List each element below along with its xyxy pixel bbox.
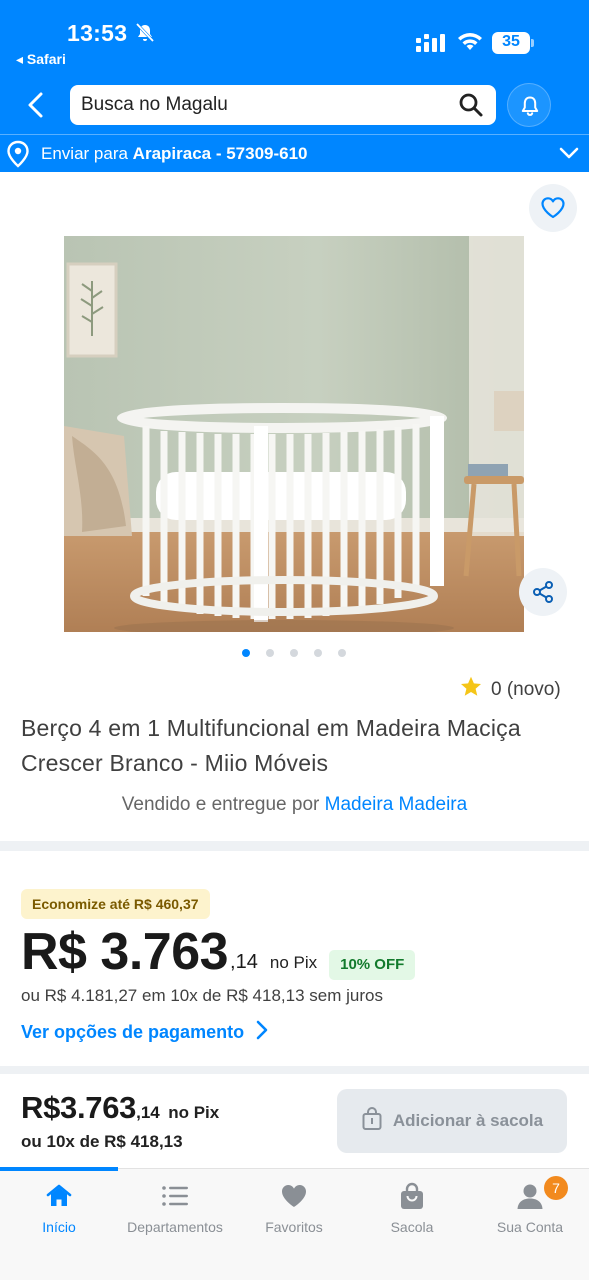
- cellular-signal-icon: [416, 34, 446, 57]
- price-row: R$ 3.763 ,14 no Pix 10% OFF: [21, 922, 416, 982]
- payment-options-label: Ver opções de pagamento: [21, 1022, 245, 1042]
- tab-sua-conta[interactable]: Sua Conta: [471, 1181, 589, 1235]
- tab-label: Sua Conta: [496, 1219, 564, 1235]
- location-pin-icon: [6, 140, 30, 173]
- search-box[interactable]: [70, 85, 496, 125]
- search-icon[interactable]: [458, 92, 484, 123]
- account-notification-badge: 7: [544, 1176, 568, 1200]
- product-title: Berço 4 em 1 Multifuncional em Madeira M…: [21, 715, 521, 776]
- home-icon: [0, 1181, 118, 1211]
- tab-label: Sacola: [390, 1219, 434, 1235]
- tab-label: Favoritos: [265, 1219, 323, 1235]
- price-main: R$ 3.763: [21, 923, 229, 981]
- add-to-bag-button[interactable]: Adicionar à sacola: [337, 1089, 567, 1153]
- discount-badge: 10% OFF: [329, 950, 416, 980]
- favorite-button[interactable]: [529, 184, 577, 232]
- share-button[interactable]: [519, 568, 567, 616]
- carousel-dot[interactable]: [242, 649, 250, 657]
- pix-label: no Pix: [269, 953, 318, 972]
- notifications-button[interactable]: [507, 83, 551, 127]
- add-to-bag-label: Adicionar à sacola: [392, 1111, 544, 1130]
- product-image[interactable]: [64, 236, 524, 632]
- sticky-price: R$3.763,14 no Pix: [21, 1090, 219, 1126]
- carousel-dot[interactable]: [290, 649, 298, 657]
- delivery-location-bar[interactable]: Enviar para Arapiraca - 57309-610: [0, 134, 589, 172]
- sticky-pix-label: no Pix: [168, 1103, 220, 1122]
- delivery-location: Arapiraca - 57309-610: [132, 144, 308, 163]
- seller-prefix: Vendido e entregue por: [121, 794, 320, 815]
- economy-badge: Economize até R$ 460,37: [21, 889, 210, 919]
- seller-link[interactable]: Madeira Madeira: [325, 794, 468, 815]
- section-divider: [0, 841, 589, 851]
- bag-icon: [361, 1106, 383, 1136]
- tab-inicio[interactable]: Início: [0, 1181, 118, 1235]
- user-icon: [471, 1181, 589, 1211]
- product-rating[interactable]: 0 (novo): [459, 675, 561, 705]
- sticky-price-cents: ,14: [136, 1103, 160, 1122]
- search-input[interactable]: [81, 85, 451, 125]
- sticky-price-main: R$3.763: [21, 1090, 137, 1125]
- status-time: 13:53: [67, 20, 128, 46]
- tab-departamentos[interactable]: Departamentos: [116, 1181, 234, 1235]
- bag-icon: [353, 1181, 471, 1211]
- active-tab-indicator: [0, 1167, 118, 1171]
- heart-icon: [235, 1181, 353, 1211]
- carousel-dot[interactable]: [266, 649, 274, 657]
- search-header: [0, 80, 589, 134]
- delivery-prefix: Enviar para: [41, 144, 128, 163]
- back-to-safari-link[interactable]: ◂ Safari: [16, 51, 66, 68]
- payment-options-link[interactable]: Ver opções de pagamento: [21, 1020, 268, 1045]
- installments-text: ou R$ 4.181,27 em 10x de R$ 418,13 sem j…: [21, 986, 383, 1005]
- chevron-down-icon[interactable]: [559, 146, 579, 165]
- rating-text: 0 (novo): [491, 679, 561, 700]
- sticky-installments: ou 10x de R$ 418,13: [21, 1132, 183, 1151]
- price-cents: ,14: [230, 951, 258, 973]
- bottom-tab-bar: Início Departamentos Favoritos Sacola Su…: [0, 1167, 589, 1280]
- image-carousel-dots: [242, 649, 346, 659]
- delivery-text: Enviar para Arapiraca - 57309-610: [41, 144, 308, 164]
- chevron-right-icon: [256, 1020, 268, 1045]
- star-icon: [459, 675, 483, 705]
- section-divider: [0, 1066, 589, 1074]
- battery-level: 35: [502, 33, 520, 50]
- back-arrow-icon[interactable]: [22, 90, 52, 120]
- seller-info: Vendido e entregue por Madeira Madeira: [0, 794, 589, 816]
- battery-indicator: 35: [492, 32, 534, 54]
- bell-muted-icon: [134, 22, 156, 49]
- tab-label: Departamentos: [127, 1219, 223, 1235]
- carousel-dot[interactable]: [338, 649, 346, 657]
- status-bar: 13:53 ◂ Safari 35: [0, 0, 589, 80]
- menu-icon: [116, 1181, 234, 1211]
- tab-favoritos[interactable]: Favoritos: [235, 1181, 353, 1235]
- wifi-icon: [456, 30, 484, 57]
- carousel-dot[interactable]: [314, 649, 322, 657]
- tab-label: Início: [42, 1219, 76, 1235]
- tab-sacola[interactable]: Sacola: [353, 1181, 471, 1235]
